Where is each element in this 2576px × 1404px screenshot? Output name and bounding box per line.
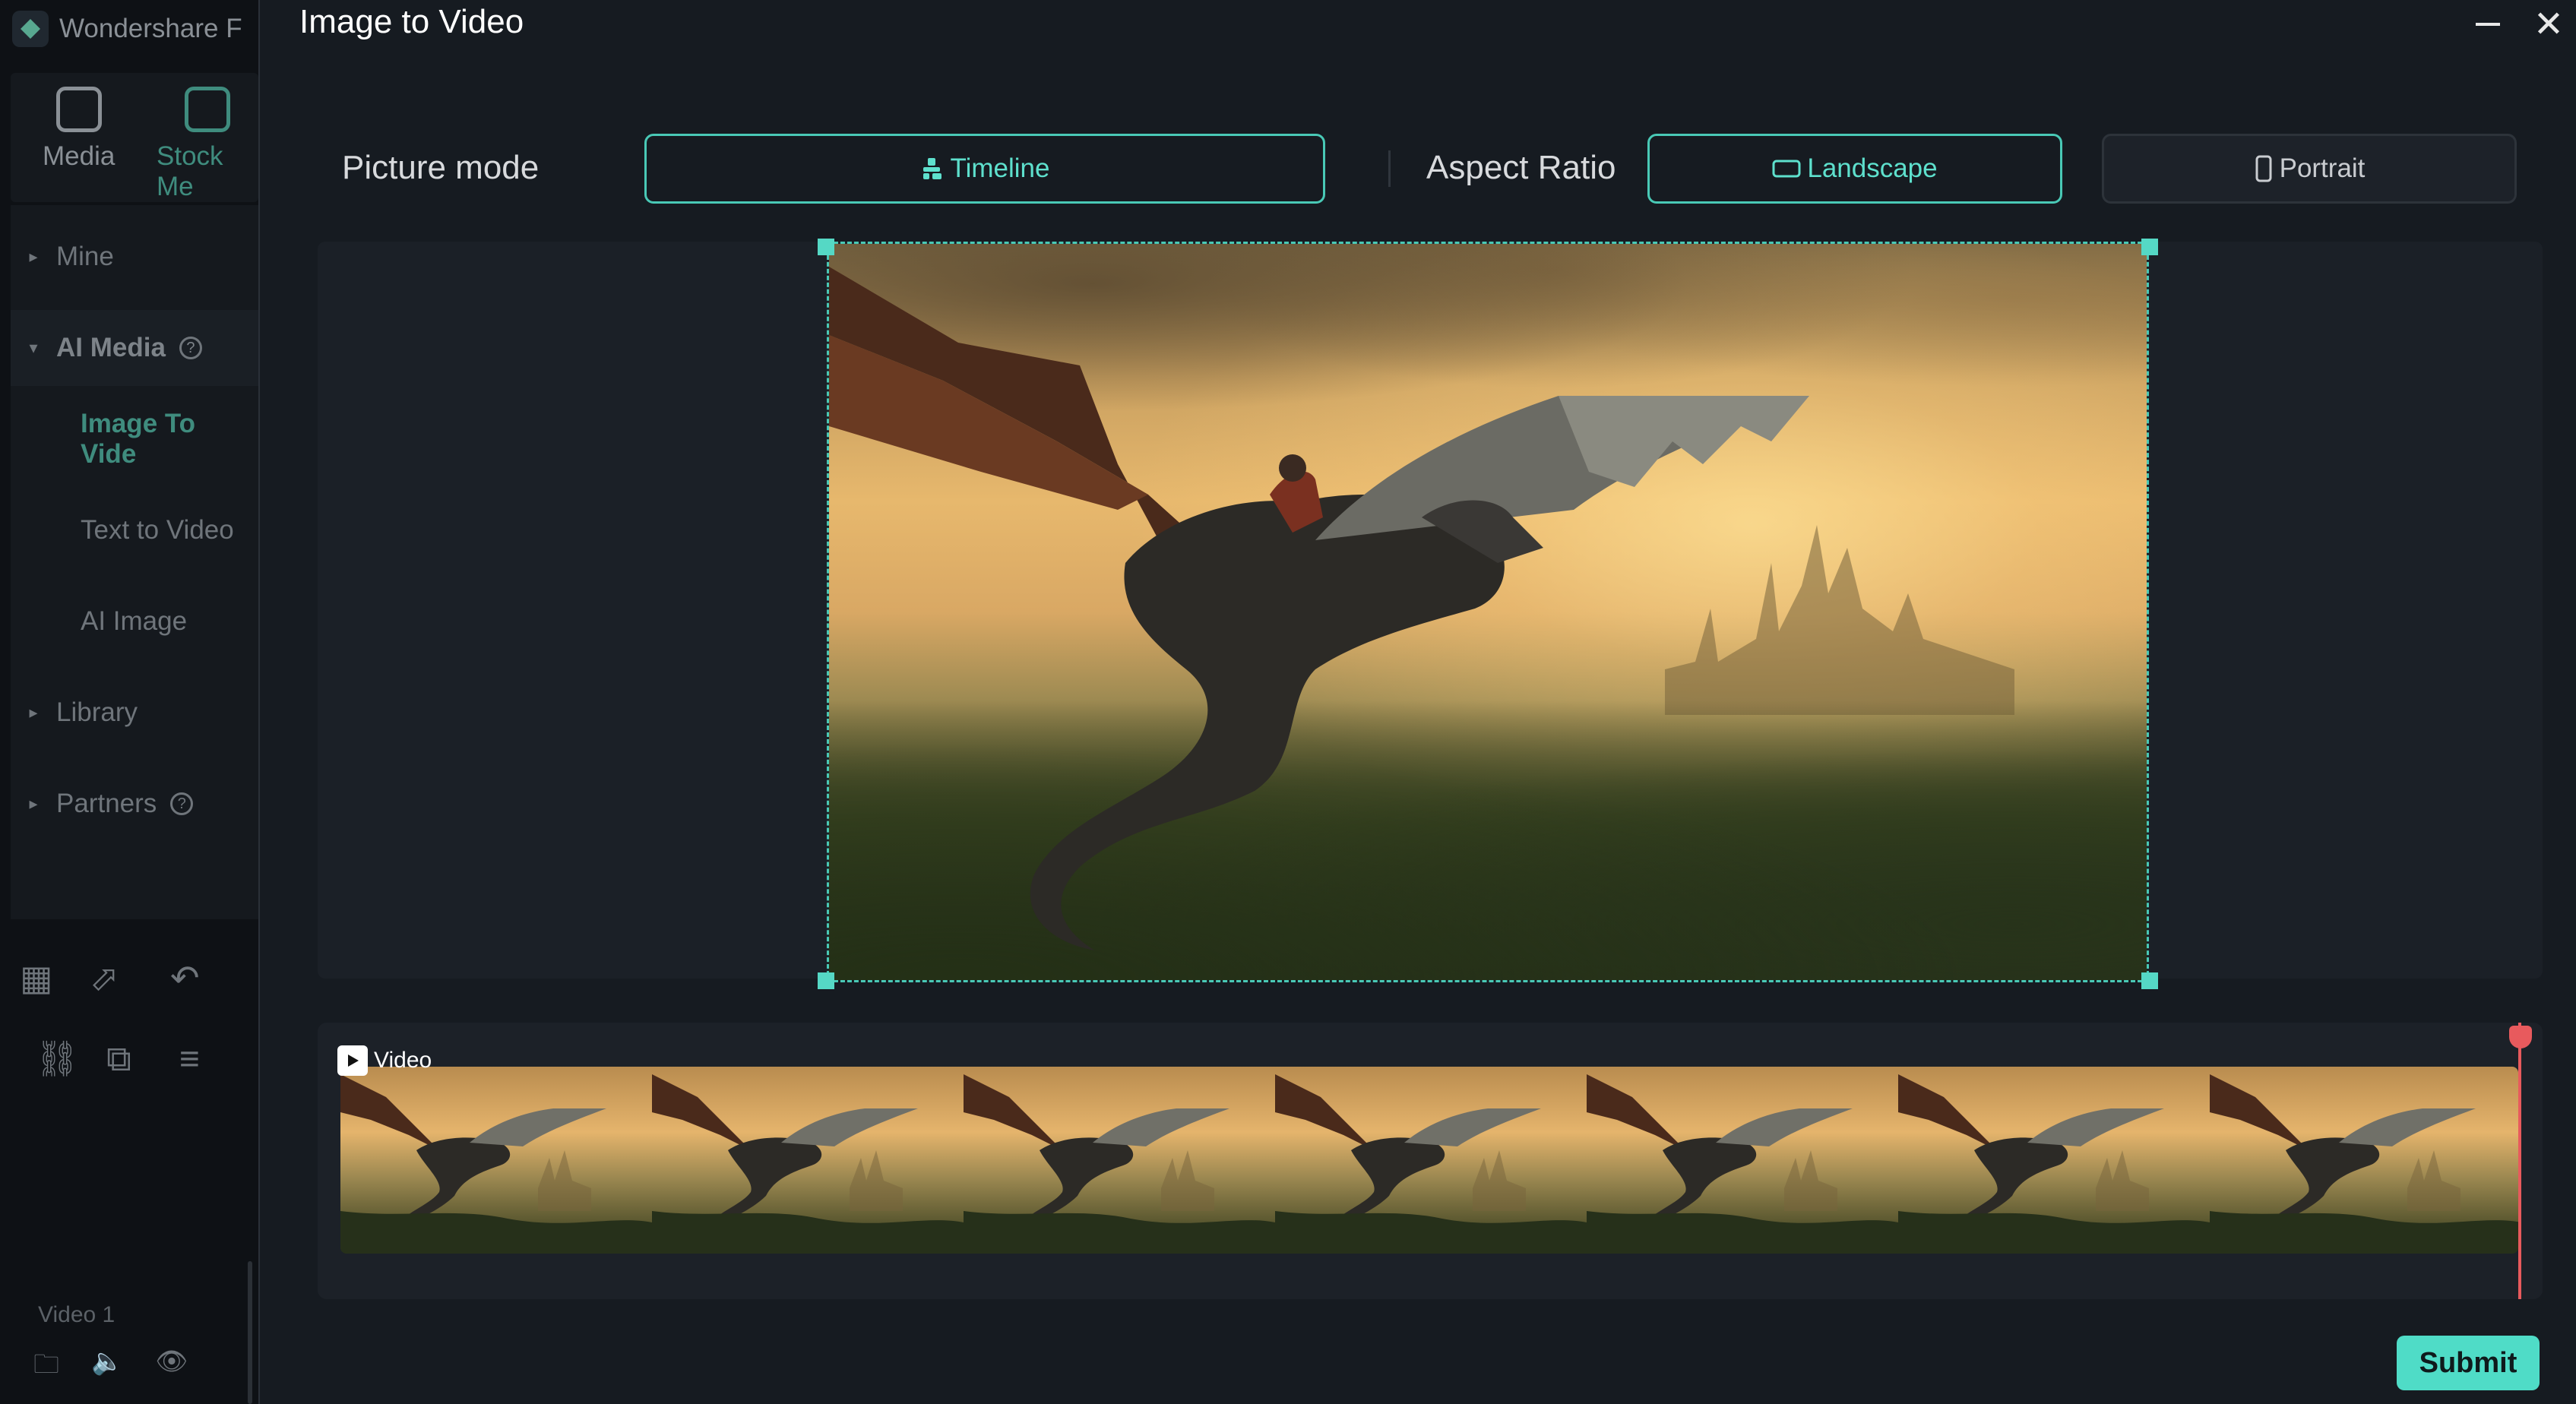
filmstrip-frame (1898, 1067, 2210, 1254)
brand-name: Wondershare F (59, 14, 242, 43)
app-logo-icon (12, 11, 49, 47)
stock-media-icon (185, 87, 230, 132)
nav-item-partners[interactable]: ▸ Partners ? (11, 766, 258, 842)
picture-mode-label: Picture mode (342, 149, 540, 186)
caret-right-icon: ▸ (29, 247, 38, 266)
portrait-icon (2255, 155, 2272, 182)
minimize-icon (2476, 23, 2500, 26)
nav-item-mine[interactable]: ▸ Mine (11, 219, 258, 295)
video-clip[interactable] (340, 1067, 2518, 1254)
image-to-video-dialog: Image to Video ✕ Picture mode Timeline A… (258, 0, 2576, 1404)
preview-stage (318, 239, 2543, 989)
crop-handle-top-right[interactable] (2141, 239, 2158, 255)
nav-item-ai-media[interactable]: ▾ AI Media ? (11, 310, 258, 386)
brand-bar: Wondershare F (0, 0, 258, 58)
timeline-panel: Video (318, 1023, 2543, 1299)
caret-down-icon: ▾ (29, 338, 38, 357)
panel-divider[interactable] (248, 1261, 252, 1404)
close-icon: ✕ (2533, 5, 2565, 45)
dragon-rider-image (829, 244, 2147, 980)
caret-right-icon: ▸ (29, 703, 38, 722)
tab-media[interactable]: Media (43, 87, 115, 172)
volume-icon[interactable]: 🔈 (91, 1346, 123, 1390)
crop-handle-bottom-right[interactable] (2141, 972, 2158, 989)
submit-button[interactable]: Submit (2397, 1336, 2540, 1390)
undo-icon[interactable]: ↶ (170, 957, 200, 998)
nav-item-image-to-video[interactable]: Image To Vide (11, 401, 258, 477)
select-tool-icon[interactable]: ⬀ (90, 957, 119, 998)
nav-item-ai-image[interactable]: AI Image (11, 583, 258, 659)
tab-stock-media[interactable]: Stock Me (157, 87, 258, 202)
track-label: Video 1 (38, 1302, 116, 1327)
dragon-silhouette (829, 267, 1809, 950)
clip-label: Video (337, 1045, 432, 1076)
aspect-ratio-label: Aspect Ratio (1426, 149, 1616, 186)
timeline-option-label: Timeline (950, 153, 1050, 183)
nav-item-text-to-video[interactable]: Text to Video (11, 492, 258, 568)
editor-background: Wondershare F Media Stock Me ▸ Mine ▾ AI… (0, 0, 258, 1404)
filmstrip-frame (1275, 1067, 1587, 1254)
playhead-handle[interactable] (2509, 1026, 2532, 1048)
track-controls: 🗀 🔈 👁 (33, 1346, 188, 1390)
timeline-icon (922, 158, 941, 179)
landscape-option-label: Landscape (1807, 153, 1938, 183)
help-icon[interactable]: ? (179, 337, 202, 359)
editor-toolbar: ▦ ⬀ ↶ ⛓ ⧉ ≡ (0, 942, 258, 1398)
timeline-option-button[interactable]: Timeline (644, 134, 1325, 204)
unlink-icon[interactable]: ⛓ (35, 1038, 79, 1080)
nav-item-library[interactable]: ▸ Library (11, 675, 258, 751)
landscape-option-button[interactable]: Landscape (1647, 134, 2062, 204)
filmstrip-frame (2210, 1067, 2518, 1254)
playhead[interactable] (2518, 1023, 2521, 1299)
crop-frame[interactable] (827, 242, 2149, 982)
lock-icon[interactable]: 🗀 (33, 1346, 59, 1390)
filmstrip-frame (1587, 1067, 1898, 1254)
landscape-icon (1772, 160, 1801, 178)
filmstrip-frame (340, 1067, 652, 1254)
help-icon[interactable]: ? (170, 792, 194, 815)
media-nav: ▸ Mine ▾ AI Media ? Image To Vide Text t… (11, 205, 258, 919)
filmstrip-frame (964, 1067, 1275, 1254)
app-root: Wondershare F Media Stock Me ▸ Mine ▾ AI… (0, 0, 2576, 1404)
play-icon (337, 1045, 368, 1076)
dialog-title: Image to Video (299, 3, 524, 40)
filmstrip-frame (652, 1067, 964, 1254)
grid-icon[interactable]: ▦ (20, 957, 52, 998)
caret-right-icon: ▸ (29, 794, 38, 813)
portrait-option-button[interactable]: Portrait (2102, 134, 2517, 204)
portrait-option-label: Portrait (2279, 153, 2366, 183)
eye-icon[interactable]: 👁 (155, 1346, 188, 1390)
media-icon (55, 87, 102, 132)
crop-handle-top-left[interactable] (818, 239, 834, 255)
toolbar-separator (1388, 150, 1391, 187)
link-icon[interactable]: ⧉ (106, 1038, 131, 1080)
align-icon[interactable]: ≡ (179, 1038, 200, 1079)
media-tabs: Media Stock Me (11, 73, 258, 202)
crop-handle-bottom-left[interactable] (818, 972, 834, 989)
close-button[interactable]: ✕ (2520, 0, 2576, 49)
minimize-button[interactable] (2459, 0, 2517, 49)
